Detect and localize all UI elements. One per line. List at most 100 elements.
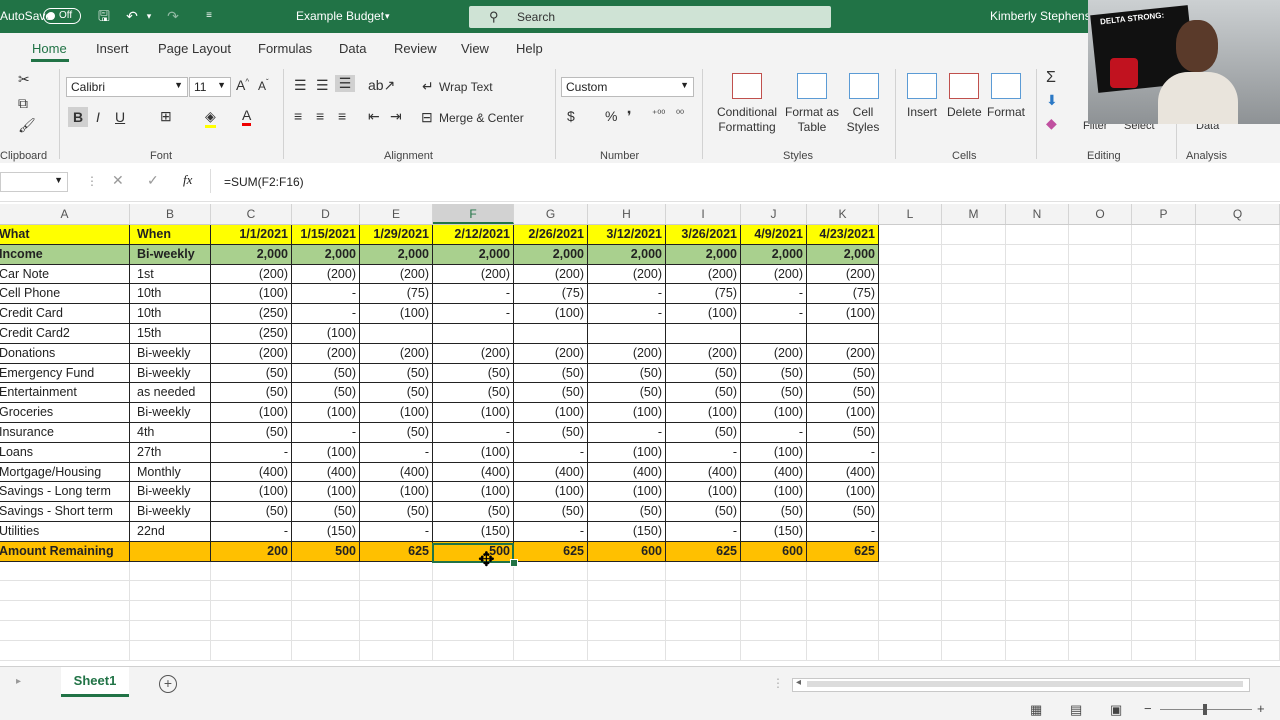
tab-page-layout[interactable]: Page Layout <box>158 41 231 56</box>
cell-a[interactable]: Groceries <box>0 403 130 423</box>
cell-h[interactable]: - <box>588 304 666 324</box>
bold-icon[interactable]: B <box>68 107 88 127</box>
cell-p[interactable] <box>1132 343 1196 364</box>
cell-e[interactable] <box>360 620 433 641</box>
cell-q[interactable] <box>1196 482 1280 503</box>
cell-m[interactable] <box>942 541 1006 562</box>
cell-d[interactable] <box>292 581 360 602</box>
cell-k[interactable] <box>807 640 879 661</box>
increase-font-icon[interactable]: A^ <box>236 77 249 93</box>
format-painter-icon[interactable]: 🖌 <box>18 117 36 134</box>
cell-n[interactable] <box>1006 521 1069 542</box>
cell-m[interactable] <box>942 264 1006 285</box>
cell-l[interactable] <box>879 601 942 621</box>
cell-q[interactable] <box>1196 284 1280 305</box>
user-name[interactable]: Kimberly Stephens <box>990 9 1091 23</box>
cell-b[interactable]: 1st <box>130 264 211 285</box>
cell-m[interactable] <box>942 363 1006 384</box>
cell-h[interactable] <box>588 561 666 582</box>
cell-c[interactable]: (100) <box>211 482 292 503</box>
cell-f[interactable]: (50) <box>433 363 514 384</box>
cell-c[interactable] <box>211 561 292 582</box>
cell-d[interactable]: - <box>292 304 360 324</box>
decrease-font-icon[interactable]: Aˇ <box>258 78 269 93</box>
copy-icon[interactable]: ⧉ <box>18 95 28 112</box>
tab-help[interactable]: Help <box>516 41 543 56</box>
cell-o[interactable] <box>1069 601 1132 621</box>
cell-g[interactable]: (50) <box>514 363 588 384</box>
cell-m[interactable] <box>942 502 1006 522</box>
cell-p[interactable] <box>1132 304 1196 324</box>
cell-p[interactable] <box>1132 541 1196 562</box>
sheet-tab-sheet1[interactable]: Sheet1 <box>61 667 129 697</box>
cell-d[interactable] <box>292 640 360 661</box>
cell-l[interactable] <box>879 442 942 463</box>
zoom-slider-thumb[interactable] <box>1203 704 1207 715</box>
cell-c[interactable]: (250) <box>211 323 292 344</box>
cell-h[interactable]: - <box>588 284 666 305</box>
cell-k[interactable]: (50) <box>807 363 879 384</box>
cell-d[interactable]: 500 <box>292 541 360 562</box>
format-cells-button[interactable]: Format <box>987 105 1025 119</box>
cell-l[interactable] <box>879 502 942 522</box>
cell-b[interactable]: Bi-weekly <box>130 403 211 423</box>
insert-cells-button[interactable]: Insert <box>907 105 937 119</box>
cell-f[interactable]: (50) <box>433 502 514 522</box>
cell-c[interactable] <box>211 581 292 602</box>
cell-j[interactable]: (200) <box>741 343 807 364</box>
cell-f[interactable]: - <box>433 422 514 443</box>
italic-icon[interactable]: I <box>96 109 100 125</box>
cell-k[interactable]: (200) <box>807 343 879 364</box>
cell-f[interactable]: (100) <box>433 482 514 503</box>
customize-toolbar-icon[interactable]: ≡ <box>200 7 218 25</box>
cell-a[interactable]: Car Note <box>0 264 130 285</box>
cell-k[interactable]: (200) <box>807 264 879 285</box>
cell-f[interactable] <box>433 640 514 661</box>
cell-e[interactable]: (200) <box>360 343 433 364</box>
cell-c[interactable]: 2,000 <box>211 244 292 265</box>
cell-p[interactable] <box>1132 225 1196 245</box>
cell-d[interactable]: - <box>292 284 360 305</box>
cell-j[interactable] <box>741 601 807 621</box>
cell-i[interactable]: (50) <box>666 502 741 522</box>
cell-n[interactable] <box>1006 343 1069 364</box>
cell-q[interactable] <box>1196 343 1280 364</box>
cell-f[interactable] <box>433 323 514 344</box>
column-header-p[interactable]: P <box>1132 204 1196 224</box>
cell-c[interactable]: (100) <box>211 403 292 423</box>
cell-n[interactable] <box>1006 581 1069 602</box>
cell-e[interactable]: (50) <box>360 502 433 522</box>
wrap-text-button[interactable]: Wrap Text <box>439 80 493 94</box>
fill-icon[interactable]: ⬇ <box>1046 92 1058 109</box>
cell-i[interactable]: - <box>666 521 741 542</box>
cell-h[interactable]: (150) <box>588 521 666 542</box>
cell-f[interactable]: (150) <box>433 521 514 542</box>
cell-p[interactable] <box>1132 442 1196 463</box>
cell-q[interactable] <box>1196 601 1280 621</box>
cell-c[interactable]: (50) <box>211 422 292 443</box>
column-header-o[interactable]: O <box>1069 204 1132 224</box>
bottom-align-icon[interactable]: ☰ <box>335 75 355 92</box>
cell-j[interactable]: (100) <box>741 403 807 423</box>
cell-p[interactable] <box>1132 264 1196 285</box>
tab-formulas[interactable]: Formulas <box>258 41 312 56</box>
cell-o[interactable] <box>1069 581 1132 602</box>
cell-h[interactable] <box>588 640 666 661</box>
cell-p[interactable] <box>1132 620 1196 641</box>
cell-k[interactable]: (400) <box>807 462 879 483</box>
cell-i[interactable] <box>666 561 741 582</box>
underline-icon[interactable]: U <box>115 109 125 125</box>
cell-h[interactable]: (400) <box>588 462 666 483</box>
increase-decimal-icon[interactable]: ⁺⁰⁰ <box>652 109 665 120</box>
tab-data[interactable]: Data <box>339 41 366 56</box>
cell-c[interactable]: 1/1/2021 <box>211 225 292 245</box>
zoom-in-icon[interactable]: + <box>1257 701 1265 716</box>
cell-k[interactable]: - <box>807 521 879 542</box>
column-header-q[interactable]: Q <box>1196 204 1280 224</box>
cell-a[interactable]: Cell Phone <box>0 284 130 305</box>
cell-m[interactable] <box>942 462 1006 483</box>
cell-q[interactable] <box>1196 383 1280 404</box>
cell-o[interactable] <box>1069 422 1132 443</box>
cell-p[interactable] <box>1132 363 1196 384</box>
tab-home[interactable]: Home <box>32 41 67 56</box>
